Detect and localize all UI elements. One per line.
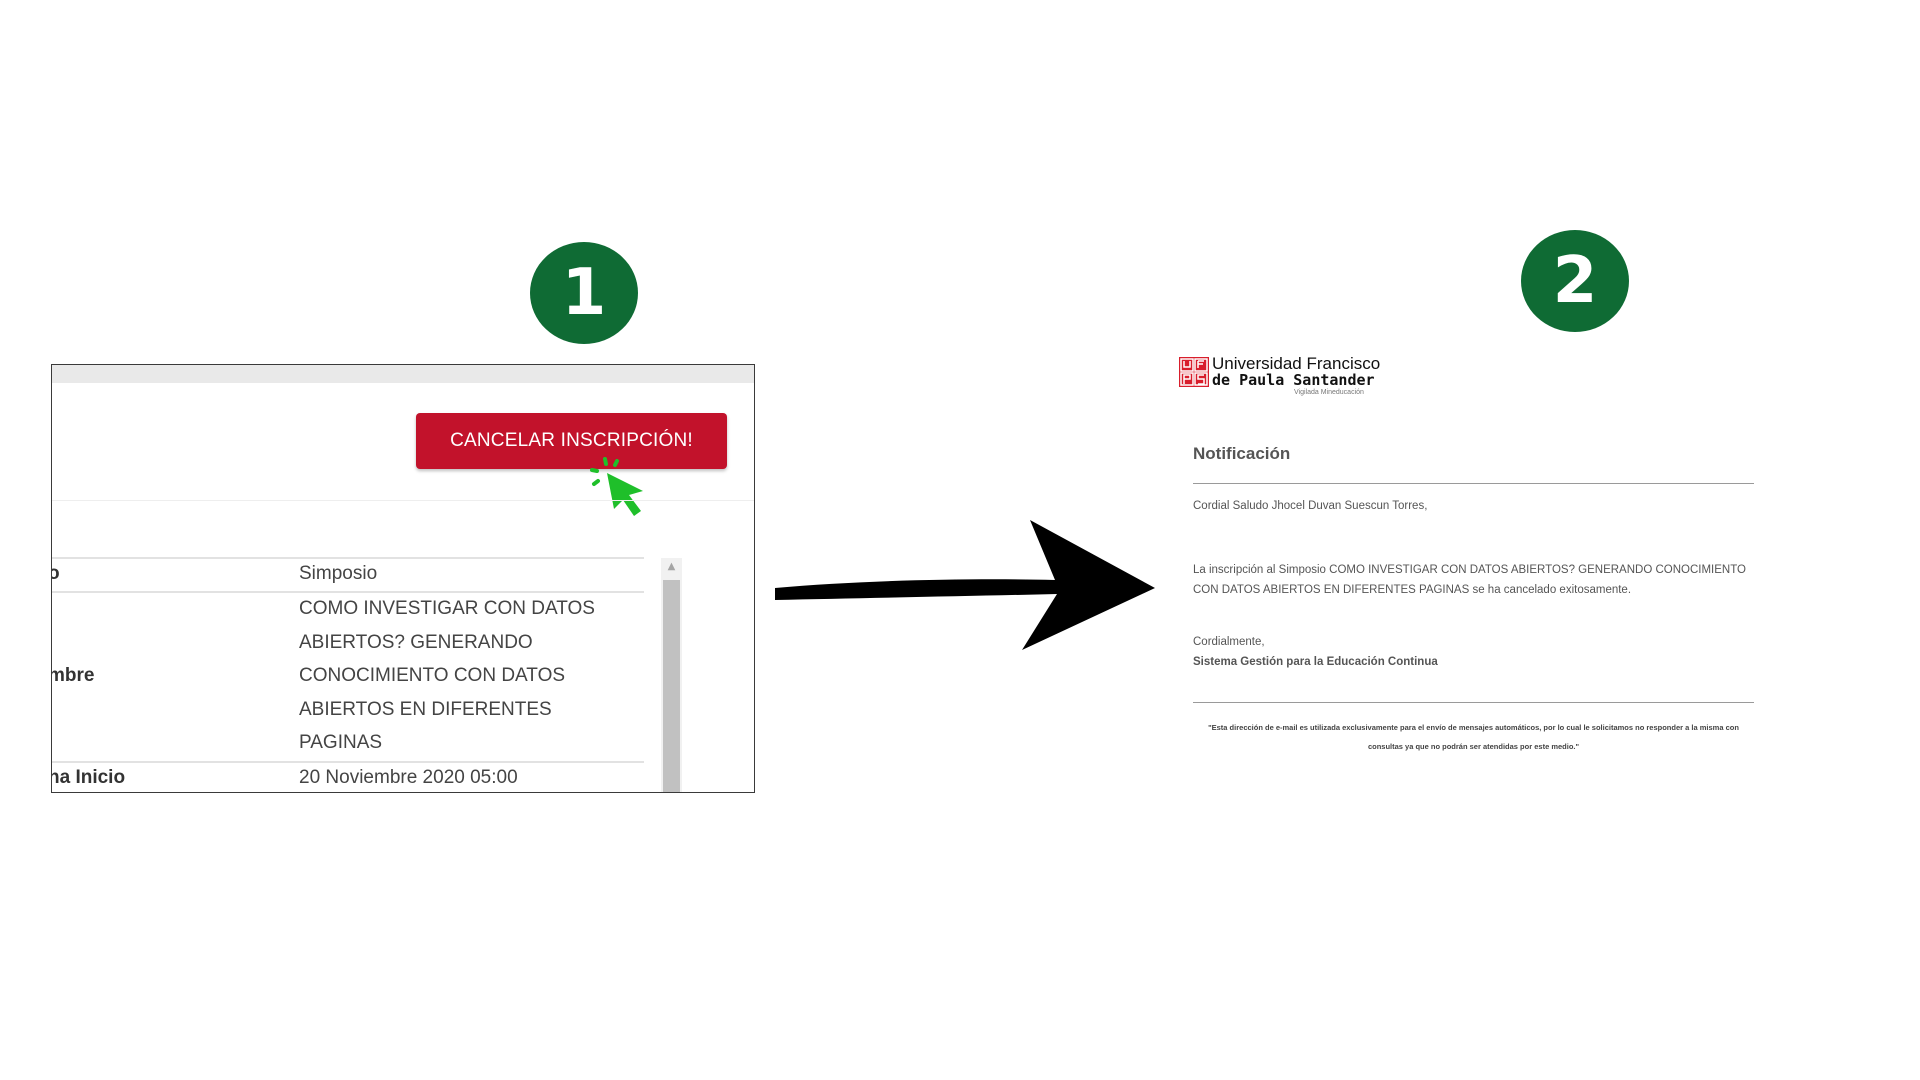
row-label: ha Inicio	[51, 767, 126, 788]
step-1-badge: 1	[530, 242, 638, 344]
greeting: Cordial Saludo Jhocel Duvan Suescun Torr…	[1193, 500, 1428, 512]
event-details-table: o Simposio mbre COMO INVESTIGAR CON DATO…	[52, 557, 644, 792]
row-label: mbre	[51, 665, 95, 686]
table-row: o Simposio	[52, 557, 644, 591]
scroll-thumb[interactable]	[663, 580, 680, 792]
row-value: COMO INVESTIGAR CON DATOS ABIERTOS? GENE…	[299, 598, 595, 753]
logo-line-3: Vigilada Mineducación	[1294, 389, 1364, 396]
cancel-registration-button[interactable]: CANCELAR INSCRIPCIÓN!	[416, 413, 727, 469]
step-2-badge: 2	[1521, 230, 1629, 332]
table-row: ha Inicio 20 Noviembre 2020 05:00	[51, 761, 644, 792]
row-value: 20 Noviembre 2020 05:00	[299, 767, 518, 788]
ufps-logo-mark	[1179, 357, 1209, 387]
section-divider	[52, 500, 754, 501]
title-divider	[1193, 483, 1754, 484]
registration-detail-screenshot: CANCELAR INSCRIPCIÓN! o Simposio mbre CO…	[51, 364, 755, 793]
email-notification: Universidad Francisco de Paula Santander…	[1175, 352, 1775, 772]
logo-line-2: de Paula Santander	[1212, 371, 1375, 389]
footer-disclaimer: "Esta dirección de e-mail es utilizada e…	[1208, 723, 1739, 751]
message-body: La inscripción al Simposio COMO INVESTIG…	[1193, 564, 1746, 596]
pointer-click-icon	[590, 457, 643, 516]
step-2-number: 2	[1552, 244, 1598, 318]
closing: Cordialmente,	[1193, 636, 1265, 648]
step-1-number: 1	[561, 256, 607, 330]
top-bar	[52, 365, 754, 383]
notification-title: Notificación	[1193, 444, 1291, 463]
row-label: o	[52, 563, 60, 585]
scroll-up-arrow-icon[interactable]: ▲	[661, 558, 682, 576]
footer-divider	[1193, 702, 1754, 703]
table-row: mbre COMO INVESTIGAR CON DATOS ABIERTOS?…	[52, 591, 644, 761]
row-value: Simposio	[299, 563, 378, 584]
university-logo: Universidad Francisco de Paula Santander…	[1179, 354, 1449, 398]
vertical-scrollbar[interactable]: ▲	[661, 558, 682, 792]
signature: Sistema Gestión para la Educación Contin…	[1193, 656, 1438, 668]
right-arrow-icon	[775, 520, 1155, 650]
